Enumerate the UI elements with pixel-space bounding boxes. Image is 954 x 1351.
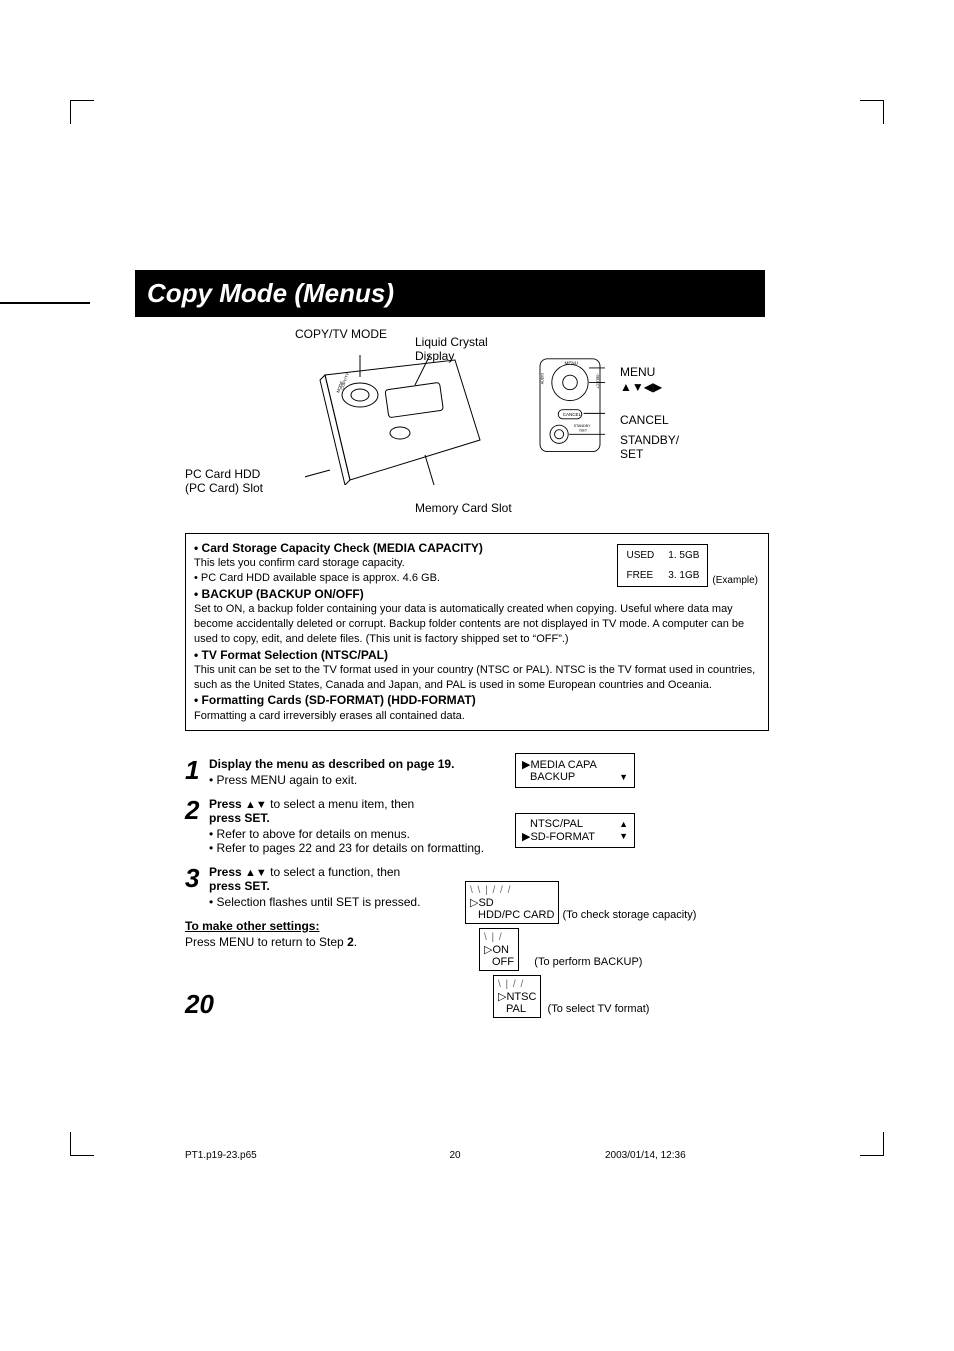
svg-text:CANCEL: CANCEL bbox=[563, 412, 582, 417]
footer-file: PT1.p19-23.p65 bbox=[185, 1150, 365, 1161]
heading-tv-format: • TV Format Selection (NTSC/PAL) bbox=[194, 647, 760, 663]
lcd-used-value: 1. 5GB bbox=[662, 547, 705, 565]
svg-text:-SELECT: -SELECT bbox=[595, 373, 599, 389]
crop-mark bbox=[860, 100, 884, 124]
text: Formatting a card irreversibly erases al… bbox=[194, 709, 760, 724]
text: Set to ON, a backup folder containing yo… bbox=[194, 602, 760, 647]
label-memory-card: Memory Card Slot bbox=[415, 501, 512, 515]
up-icon: ▲ bbox=[619, 819, 628, 829]
svg-text:MENU: MENU bbox=[565, 360, 578, 365]
label-pc-card: PC Card HDD (PC Card) Slot bbox=[185, 467, 263, 495]
crop-mark bbox=[70, 100, 94, 124]
lcd-row: ▶MEDIA CAPA bbox=[522, 758, 597, 771]
bullet: Press MENU again to exit. bbox=[209, 773, 454, 787]
step-number: 1 bbox=[185, 757, 209, 787]
up-down-icon: ▲▼ bbox=[245, 867, 267, 879]
lcd-row: NTSC/PAL bbox=[522, 818, 583, 830]
svg-text:STANDBY: STANDBY bbox=[574, 424, 591, 428]
step-1: 1 Display the menu as described on page … bbox=[185, 757, 769, 787]
bullet: Refer to above for details on menus. bbox=[209, 827, 484, 841]
opt-ntsc: ▷NTSC bbox=[498, 991, 536, 1003]
opt-sd: ▷SD bbox=[470, 897, 494, 909]
remote-menu-label: MENU bbox=[620, 365, 655, 379]
footer-date: 2003/01/14, 12:36 bbox=[545, 1150, 785, 1161]
step-lead: Press ▲▼ to select a menu item, then pre… bbox=[209, 797, 414, 825]
flash-icon: \ | / / bbox=[498, 979, 524, 990]
function-diagram: \ \ | / / / ▷SD HDD/PC CARD (To check st… bbox=[465, 877, 696, 1022]
step-number: 2 bbox=[185, 797, 209, 855]
device-illustration: COPY/TV MODE bbox=[305, 355, 485, 485]
footer-page: 20 bbox=[365, 1150, 545, 1161]
flash-icon: \ \ | / / / bbox=[470, 885, 511, 896]
flash-icon: \ | / bbox=[484, 932, 503, 943]
step-2: 2 Press ▲▼ to select a menu item, then p… bbox=[185, 797, 769, 855]
lcd-row: ▶SD-FORMAT bbox=[522, 830, 595, 843]
lcd-menu-1: ▶MEDIA CAPA BACKUP ▼ bbox=[515, 753, 635, 788]
text: This unit can be set to the TV format us… bbox=[194, 663, 760, 693]
lcd-used-label: USED bbox=[620, 547, 660, 565]
device-diagram: COPY/TV MODE Liquid Crystal Display PC C… bbox=[185, 327, 769, 527]
down-icon: ▼ bbox=[619, 831, 628, 841]
example-caption: (Example) bbox=[710, 544, 758, 587]
remote-standby-label: STANDBY/ SET bbox=[620, 433, 679, 461]
footer: PT1.p19-23.p65 20 2003/01/14, 12:36 bbox=[185, 1150, 785, 1161]
opt-pal: PAL bbox=[498, 1003, 526, 1015]
opt-off: OFF bbox=[484, 956, 514, 968]
crop-mark bbox=[860, 1132, 884, 1156]
remote-illustration: MENU AUDIO -SELECT CANCEL STANDBY /SET bbox=[535, 357, 605, 457]
label-copy-tv: COPY/TV MODE bbox=[295, 327, 387, 341]
page-title: Copy Mode (Menus) bbox=[135, 270, 765, 317]
svg-text:/SET: /SET bbox=[579, 429, 588, 433]
step-lead: Display the menu as described on page 19… bbox=[209, 757, 454, 771]
caption: (To check storage capacity) bbox=[562, 909, 696, 921]
heading-format-cards: • Formatting Cards (SD-FORMAT) (HDD-FORM… bbox=[194, 692, 760, 708]
info-box: USED1. 5GB FREE3. 1GB (Example) • Card S… bbox=[185, 533, 769, 731]
up-down-icon: ▲▼ bbox=[245, 799, 267, 811]
remote-cancel-label: CANCEL bbox=[620, 413, 669, 427]
opt-hdd: HDD/PC CARD bbox=[470, 909, 554, 921]
down-icon: ▼ bbox=[619, 772, 628, 782]
step-lead: Press ▲▼ to select a function, then pres… bbox=[209, 865, 400, 893]
bullet: Refer to pages 22 and 23 for details on … bbox=[209, 841, 484, 855]
step-number: 3 bbox=[185, 865, 209, 909]
lcd-free-value: 3. 1GB bbox=[662, 567, 705, 585]
lcd-row: BACKUP bbox=[522, 771, 575, 783]
steps-section: ▶MEDIA CAPA BACKUP ▼ NTSC/PAL ▲ ▶SD-FORMAT… bbox=[185, 757, 769, 949]
crop-mark bbox=[70, 1132, 94, 1156]
svg-text:AUDIO: AUDIO bbox=[541, 373, 545, 385]
caption: (To select TV format) bbox=[548, 1003, 650, 1015]
bullet: Selection flashes until SET is pressed. bbox=[209, 895, 420, 909]
caption: (To perform BACKUP) bbox=[534, 956, 642, 968]
lcd-free-label: FREE bbox=[620, 567, 660, 585]
lcd-menu-2: NTSC/PAL ▲ ▶SD-FORMAT ▼ bbox=[515, 813, 635, 848]
example-lcd: USED1. 5GB FREE3. 1GB bbox=[617, 544, 708, 587]
opt-on: ▷ON bbox=[484, 944, 509, 956]
remote-arrows-label: ▲▼◀▶ bbox=[620, 380, 662, 394]
